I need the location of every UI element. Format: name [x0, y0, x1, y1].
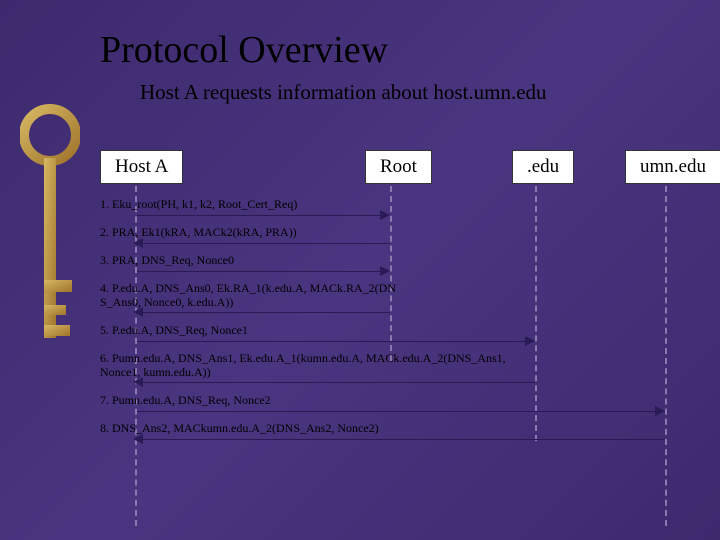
arrow-2: [142, 243, 390, 244]
arrow-1-head: [380, 210, 390, 220]
message-5: 5. P.edu.A, DNS_Req, Nonce1: [100, 324, 248, 338]
message-2: 2. PRA, Ek1(kRA, MACk2(kRA, PRA)): [100, 226, 297, 240]
message-6-line2: Nonce1, kumn.edu.A)): [100, 365, 211, 379]
arrow-6-head: [133, 377, 143, 387]
actor-host-a: Host A: [100, 150, 183, 184]
lifeline-edu: [535, 186, 537, 441]
arrow-4-head: [133, 307, 143, 317]
arrow-5-head: [525, 336, 535, 346]
message-7: 7. Pumn.edu.A, DNS_Req, Nonce2: [100, 394, 271, 408]
arrow-3-head: [380, 266, 390, 276]
arrow-6: [142, 382, 535, 383]
actor-root: Root: [365, 150, 432, 184]
arrow-7-head: [655, 406, 665, 416]
lifeline-umn-edu: [665, 186, 667, 526]
message-3: 3. PRA, DNS_Req, Nonce0: [100, 254, 234, 268]
arrow-4: [142, 312, 390, 313]
key-icon: [20, 100, 80, 380]
message-4-line2: S_Ans0, Nonce0, k.edu.A)): [100, 295, 233, 309]
actor-umn-edu: umn.edu: [625, 150, 720, 184]
message-4-line1: 4. P.edu.A, DNS_Ans0, Ek.RA_1(k.edu.A, M…: [100, 281, 396, 295]
lifeline-root: [390, 186, 392, 361]
arrow-8-head: [133, 434, 143, 444]
arrow-3: [137, 271, 385, 272]
message-6-line1: 6. Pumn.edu.A, DNS_Ans1, Ek.edu.A_1(kumn…: [100, 351, 506, 365]
arrow-1: [137, 215, 385, 216]
page-subtitle: Host A requests information about host.u…: [0, 72, 720, 105]
message-1: 1. Eku_root(PH, k1, k2, Root_Cert_Req): [100, 198, 297, 212]
arrow-8: [142, 439, 665, 440]
actor-edu: .edu: [512, 150, 574, 184]
message-4: 4. P.edu.A, DNS_Ans0, Ek.RA_1(k.edu.A, M…: [100, 282, 396, 310]
arrow-5: [137, 341, 530, 342]
arrow-7: [137, 411, 660, 412]
page-title: Protocol Overview: [0, 0, 720, 72]
arrow-2-head: [133, 238, 143, 248]
sequence-diagram: Host A Root .edu umn.edu 1. Eku_root(PH,…: [100, 150, 700, 520]
message-6: 6. Pumn.edu.A, DNS_Ans1, Ek.edu.A_1(kumn…: [100, 352, 506, 380]
